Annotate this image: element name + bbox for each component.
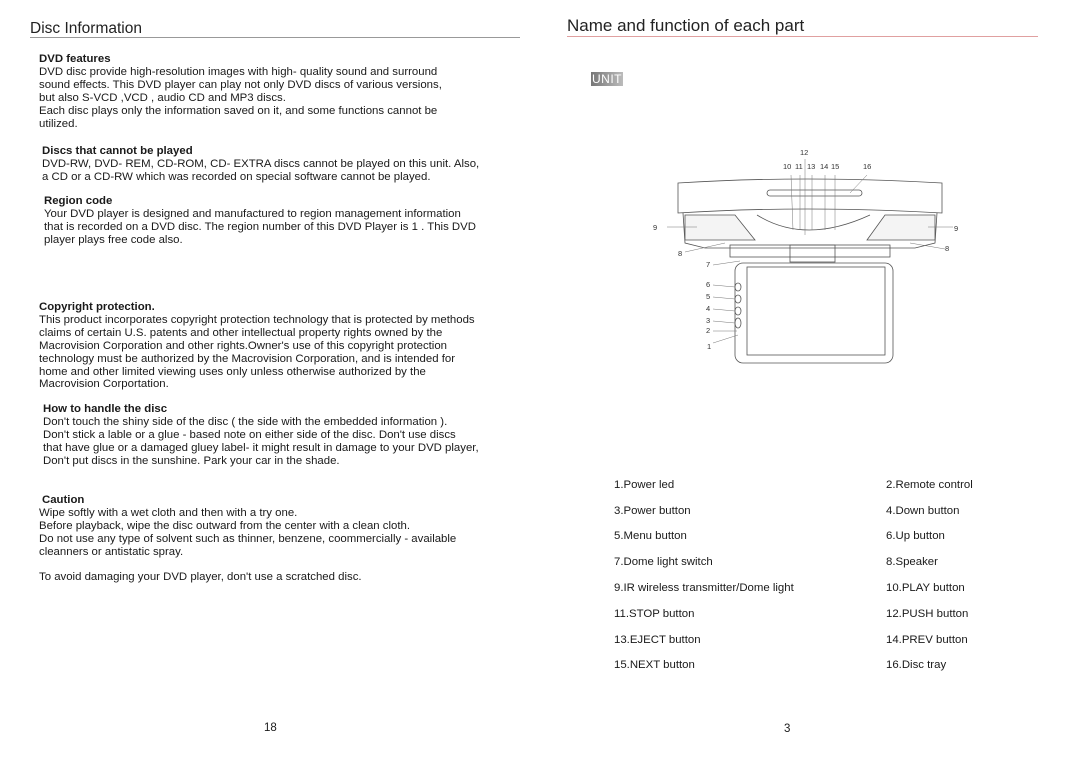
text-line: cleanners or antistatic spray. <box>39 545 184 558</box>
section-discs-not-played: Discs that cannot be played DVD-RW, DVD-… <box>42 145 542 184</box>
parts-row: 15.NEXT button 16.Disc tray <box>614 653 994 679</box>
text-line: DVD disc provide high-resolution images … <box>39 65 438 78</box>
section-heading: Discs that cannot be played <box>42 145 193 157</box>
part-item: 7.Dome light switch <box>614 556 713 569</box>
text-line: but also S-VCD ,VCD , audio CD and MP3 d… <box>39 91 286 104</box>
callout-8-right: 8 <box>945 244 949 253</box>
text-line: that have glue or a damaged gluey label-… <box>43 441 479 454</box>
callout-9-left: 9 <box>653 223 657 232</box>
text-line: claims of certain U.S. patents and other… <box>39 326 443 339</box>
part-item: 5.Menu button <box>614 530 687 543</box>
right-page-title: Name and function of each part <box>567 16 805 35</box>
callout-4: 4 <box>706 304 710 313</box>
text-line: Your DVD player is designed and manufact… <box>44 207 461 220</box>
part-item: 10.PLAY button <box>886 582 965 595</box>
parts-row: 3.Power button 4.Down button <box>614 498 994 524</box>
text-line: sound effects. This DVD player can play … <box>39 78 442 91</box>
part-item: 14.PREV button <box>886 633 968 646</box>
text-line: that is recorded on a DVD disc. The regi… <box>44 220 476 233</box>
text-line: This product incorporates copyright prot… <box>39 313 475 326</box>
text-line: utilized. <box>39 117 78 130</box>
callout-9-right: 9 <box>954 224 958 233</box>
section-region-code: Region code Your DVD player is designed … <box>44 195 544 247</box>
part-item: 13.EJECT button <box>614 633 701 646</box>
text-line: technology must be authorized by the Mac… <box>39 352 455 365</box>
section-heading: Copyright protection. <box>39 301 155 313</box>
part-item: 4.Down button <box>886 504 960 517</box>
parts-row: 7.Dome light switch 8.Speaker <box>614 549 994 575</box>
text-line: Macrovision Corporation and other rights… <box>39 339 448 352</box>
left-page-title: Disc Information <box>30 20 142 37</box>
callout-7: 7 <box>706 260 710 269</box>
parts-row: 1.Power led 2.Remote control <box>614 472 994 498</box>
text-line: Do not use any type of solvent such as t… <box>39 532 457 545</box>
right-title-rule <box>567 36 1038 37</box>
text-line: Before playback, wipe the disc outward f… <box>39 519 411 532</box>
part-item: 3.Power button <box>614 504 691 517</box>
callout-10: 10 <box>783 162 791 171</box>
callout-13: 13 <box>807 162 815 171</box>
left-title-rule <box>30 37 520 38</box>
text-line: Don't stick a lable or a glue - based no… <box>43 428 456 441</box>
part-item: 12.PUSH button <box>886 607 969 620</box>
parts-row: 11.STOP button 12.PUSH button <box>614 601 994 627</box>
parts-row: 13.EJECT button 14.PREV button <box>614 627 994 653</box>
text-line <box>39 559 539 572</box>
part-item: 8.Speaker <box>886 556 938 569</box>
callout-3: 3 <box>706 316 710 325</box>
callout-2: 2 <box>706 326 710 335</box>
parts-list: 1.Power led 2.Remote control 3.Power butt… <box>614 472 994 678</box>
section-heading: How to handle the disc <box>43 403 168 415</box>
part-item: 15.NEXT button <box>614 659 695 672</box>
section-caution: Caution Wipe softly with a wet cloth and… <box>39 494 539 584</box>
section-dvd-features: DVD features DVD disc provide high-resol… <box>39 53 539 130</box>
section-handle-disc: How to handle the disc Don't touch the s… <box>43 403 563 468</box>
part-item: 11.STOP button <box>614 607 695 620</box>
text-line: Macrovision Corportation. <box>39 378 169 391</box>
unit-diagram: 1 2 3 4 5 6 7 8 8 9 9 10 11 12 13 14 15 … <box>653 148 958 364</box>
callout-16: 16 <box>863 162 871 171</box>
section-heading: Region code <box>44 195 113 207</box>
unit-label: UNIT <box>591 72 623 86</box>
right-page-number: 3 <box>784 723 791 735</box>
text-line: player plays free code also. <box>44 233 183 246</box>
text-line: a CD or a CD-RW which was recorded on sp… <box>42 170 431 183</box>
text-line: Don't put discs in the sunshine. Park yo… <box>43 454 340 467</box>
text-line: To avoid damaging your DVD player, don't… <box>39 571 362 584</box>
text-line: Each disc plays only the information sav… <box>39 104 438 117</box>
part-item: 1.Power led <box>614 478 675 491</box>
part-item: 9.IR wireless transmitter/Dome light <box>614 582 794 595</box>
parts-row: 9.IR wireless transmitter/Dome light 10.P… <box>614 575 994 601</box>
text-line: home and other limited viewing uses only… <box>39 365 426 378</box>
callout-15: 15 <box>831 162 839 171</box>
callout-12: 12 <box>800 148 808 157</box>
part-item: 16.Disc tray <box>886 659 947 672</box>
callout-5: 5 <box>706 292 710 301</box>
callout-14: 14 <box>820 162 828 171</box>
callout-11: 11 <box>795 162 803 171</box>
text-line: Don't touch the shiny side of the disc (… <box>43 415 448 428</box>
text-line: Wipe softly with a wet cloth and then wi… <box>39 506 298 519</box>
callout-6: 6 <box>706 280 710 289</box>
section-copyright: Copyright protection. This product incor… <box>39 301 559 391</box>
section-heading: Caution <box>42 494 85 506</box>
section-heading: DVD features <box>39 53 111 65</box>
callout-8-left: 8 <box>678 249 682 258</box>
part-item: 6.Up button <box>886 530 945 543</box>
left-page-number: 18 <box>264 722 277 734</box>
text-line: DVD-RW, DVD- REM, CD-ROM, CD- EXTRA disc… <box>42 157 480 170</box>
parts-row: 5.Menu button 6.Up button <box>614 524 994 550</box>
callout-1: 1 <box>707 342 711 351</box>
part-item: 2.Remote control <box>886 478 973 491</box>
